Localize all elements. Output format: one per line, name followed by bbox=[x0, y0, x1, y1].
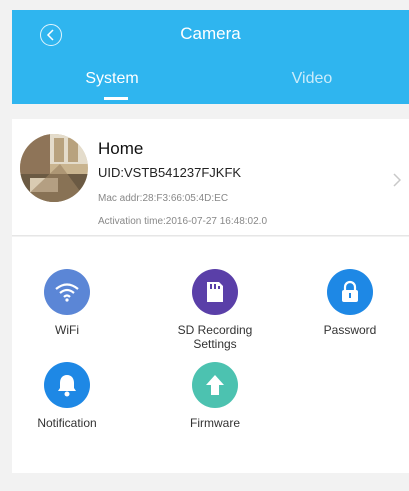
settings-item-label: WiFi bbox=[55, 323, 79, 337]
lock-icon bbox=[327, 269, 373, 315]
device-mac: Mac addr:28:F3:66:05:4D:EC bbox=[98, 193, 229, 204]
device-activation-time: Activation time:2016-07-27 16:48:02.0 bbox=[98, 216, 267, 227]
upload-arrow-icon bbox=[192, 362, 238, 408]
settings-grid: WiFi SD Recording Settings Password Noti… bbox=[12, 237, 409, 473]
device-uid: UID:VSTB541237FJKFK bbox=[98, 165, 242, 180]
settings-item-firmware[interactable]: Firmware bbox=[155, 362, 275, 430]
wifi-icon bbox=[44, 269, 90, 315]
tab-bar: System Video bbox=[12, 70, 409, 104]
settings-item-sd-recording[interactable]: SD Recording Settings bbox=[155, 269, 275, 351]
page-title: Camera bbox=[180, 24, 241, 43]
device-card[interactable]: Home UID:VSTB541237FJKFK Mac addr:28:F3:… bbox=[12, 119, 409, 236]
settings-item-password[interactable]: Password bbox=[290, 269, 409, 337]
settings-item-label: Notification bbox=[37, 416, 97, 430]
tab-video[interactable]: Video bbox=[212, 70, 409, 88]
bottom-divider bbox=[12, 480, 409, 491]
chevron-right-icon bbox=[393, 173, 401, 187]
settings-item-label: Password bbox=[323, 323, 377, 337]
settings-item-wifi[interactable]: WiFi bbox=[7, 269, 127, 337]
settings-item-notification[interactable]: Notification bbox=[7, 362, 127, 430]
sd-card-icon bbox=[192, 269, 238, 315]
app-header: Camera System Video bbox=[12, 10, 409, 104]
settings-item-label: Firmware bbox=[190, 416, 240, 430]
tab-system[interactable]: System bbox=[12, 70, 212, 88]
settings-item-label: SD Recording Settings bbox=[177, 323, 253, 351]
device-name: Home bbox=[98, 139, 144, 158]
bell-icon bbox=[44, 362, 90, 408]
active-tab-indicator bbox=[104, 97, 128, 100]
device-avatar bbox=[20, 134, 88, 202]
